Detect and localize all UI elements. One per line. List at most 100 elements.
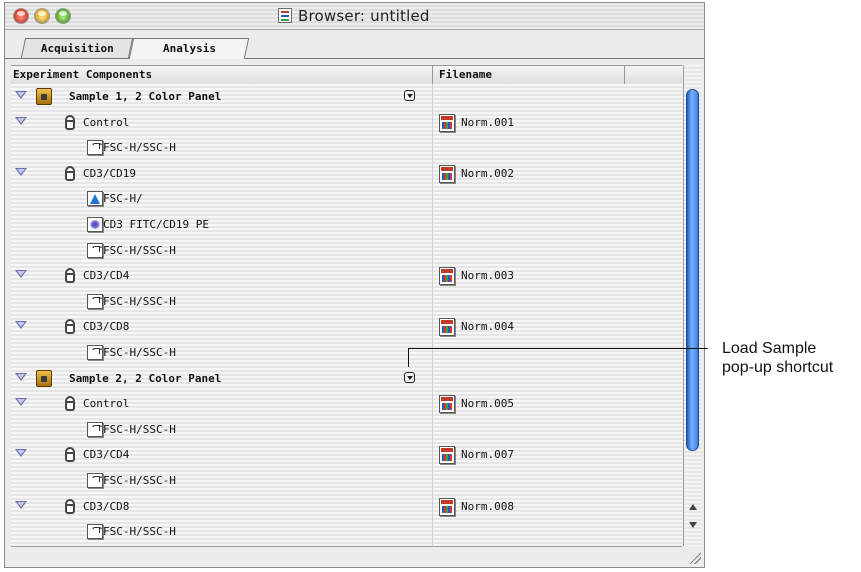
- browser-document-icon: [278, 8, 292, 23]
- tube-icon: [65, 319, 75, 335]
- callout-line-2: pop-up shortcut: [722, 359, 834, 376]
- tab-acquisition-label: Acquisition: [40, 42, 114, 55]
- experiment-components-list[interactable]: Sample 1, 2 Color Panel Control Norm.001 FS…: [11, 84, 682, 545]
- row-label: Sample 2, 2 Color Panel: [69, 371, 222, 385]
- disclosure-triangle-icon[interactable]: [15, 270, 27, 279]
- contour-plot-icon: [87, 217, 103, 232]
- tab-acquisition[interactable]: Acquisition: [20, 38, 134, 58]
- row-label: Control: [83, 115, 130, 129]
- column-header: Experiment Components Filename: [11, 65, 682, 85]
- row-filename: Norm.002: [461, 166, 514, 180]
- tree-row[interactable]: FSC-H/SSC-H: [11, 135, 682, 161]
- tube-icon: [65, 165, 75, 181]
- row-label: FSC-H/SSC-H: [103, 422, 176, 436]
- tree-row[interactable]: FSC-H/SSC-H: [11, 238, 682, 264]
- disclosure-triangle-icon[interactable]: [15, 449, 27, 458]
- tree-row[interactable]: CD3/CD4 Norm.003: [11, 263, 682, 289]
- row-filename: Norm.001: [461, 115, 514, 129]
- vertical-scrollbar[interactable]: [683, 65, 702, 546]
- scroll-up-arrow-icon[interactable]: [689, 504, 697, 510]
- row-filename: Norm.008: [461, 499, 514, 513]
- window-title: Browser: untitled: [298, 7, 430, 25]
- tree-row[interactable]: FSC-H/SSC-H: [11, 417, 682, 443]
- tube-icon: [65, 268, 75, 284]
- tab-analysis[interactable]: Analysis: [128, 38, 250, 59]
- row-label: FSC-H/: [103, 192, 143, 206]
- scroll-thumb[interactable]: [686, 89, 699, 451]
- row-filename: Norm.003: [461, 269, 514, 283]
- disclosure-triangle-icon[interactable]: [15, 167, 27, 176]
- row-label: FSC-H/SSC-H: [103, 346, 176, 359]
- callout-label: Load Sample pop-up shortcut: [722, 339, 833, 377]
- tree-row[interactable]: Sample 2, 2 Color Panel: [11, 366, 682, 392]
- load-sample-popup-button[interactable]: [404, 371, 415, 383]
- row-filename: Norm.007: [461, 448, 514, 462]
- panel-folder-icon: [36, 88, 52, 105]
- row-label: CD3/CD8: [83, 320, 130, 334]
- tab-analysis-label: Analysis: [162, 42, 216, 55]
- browser-window: Browser: untitled Acquisition Analysis E…: [4, 2, 705, 568]
- tree-row[interactable]: Sample 1, 2 Color Panel: [11, 84, 682, 110]
- tube-icon: [65, 114, 75, 130]
- tree-row[interactable]: CD3/CD19 Norm.002: [11, 161, 682, 187]
- title-bar[interactable]: Browser: untitled: [5, 3, 704, 30]
- row-label: CD3 FITC/CD19 PE: [103, 218, 209, 231]
- tree-row[interactable]: FSC-H/SSC-H: [11, 340, 682, 366]
- row-filename: Norm.005: [461, 397, 514, 411]
- resize-grip-icon[interactable]: [689, 552, 701, 564]
- tree-row[interactable]: FSC-H/SSC-H: [11, 468, 682, 494]
- scroll-down-arrow-icon[interactable]: [689, 522, 697, 528]
- tree-row[interactable]: Control Norm.001: [11, 110, 682, 136]
- tree-row[interactable]: FSC-H/SSC-H: [11, 519, 682, 545]
- disclosure-triangle-icon[interactable]: [15, 500, 27, 509]
- fcs-file-icon: [439, 446, 455, 465]
- row-label: CD3/CD8: [83, 499, 130, 513]
- dot-plot-icon: [87, 522, 105, 540]
- disclosure-triangle-icon[interactable]: [15, 372, 27, 381]
- row-label: CD3/CD4: [83, 448, 130, 462]
- column-divider[interactable]: [624, 66, 625, 84]
- fcs-file-icon: [439, 267, 455, 286]
- disclosure-triangle-icon[interactable]: [15, 91, 27, 99]
- fcs-file-icon: [439, 113, 455, 132]
- minimize-button[interactable]: [35, 9, 49, 23]
- tab-divider: [5, 58, 704, 59]
- callout-tick: [408, 348, 409, 367]
- row-label: FSC-H/SSC-H: [103, 525, 176, 539]
- disclosure-triangle-icon[interactable]: [15, 398, 27, 407]
- close-button[interactable]: [14, 9, 28, 23]
- tube-icon: [65, 498, 75, 514]
- tree-row[interactable]: CD3/CD4 Norm.007: [11, 442, 682, 468]
- tree-row[interactable]: Control Norm.005: [11, 391, 682, 417]
- dot-plot-icon: [87, 343, 105, 360]
- row-label: FSC-H/SSC-H: [103, 474, 176, 487]
- disclosure-triangle-icon[interactable]: [15, 321, 27, 330]
- callout-line: [408, 348, 708, 349]
- fcs-file-icon: [439, 497, 455, 516]
- column-header-components[interactable]: Experiment Components: [13, 68, 152, 81]
- row-label: Sample 1, 2 Color Panel: [69, 90, 222, 103]
- column-header-filename[interactable]: Filename: [439, 68, 492, 81]
- disclosure-triangle-icon[interactable]: [15, 116, 27, 125]
- fcs-file-icon: [439, 164, 455, 183]
- row-filename: Norm.004: [461, 320, 514, 334]
- horizontal-scrollbar[interactable]: [11, 546, 682, 563]
- callout-line-1: Load Sample: [722, 340, 817, 357]
- dot-plot-icon: [87, 241, 105, 258]
- row-label: Control: [83, 397, 130, 411]
- tree-row[interactable]: CD3 FITC/CD19 PE: [11, 212, 682, 238]
- dot-plot-icon: [87, 471, 105, 488]
- tube-icon: [65, 396, 75, 412]
- column-divider[interactable]: [432, 66, 433, 84]
- row-label: CD3/CD4: [83, 269, 130, 283]
- row-label: CD3/CD19: [83, 166, 136, 180]
- load-sample-popup-button[interactable]: [404, 90, 415, 101]
- tree-row[interactable]: CD3/CD8 Norm.004: [11, 314, 682, 340]
- panel-folder-icon: [36, 369, 52, 387]
- tree-row[interactable]: CD3/CD8 Norm.008: [11, 494, 682, 520]
- zoom-button[interactable]: [56, 9, 70, 23]
- row-label: FSC-H/SSC-H: [103, 243, 176, 257]
- fcs-file-icon: [439, 318, 455, 337]
- tree-row[interactable]: FSC-H/SSC-H: [11, 289, 682, 315]
- tree-row[interactable]: FSC-H/: [11, 186, 682, 212]
